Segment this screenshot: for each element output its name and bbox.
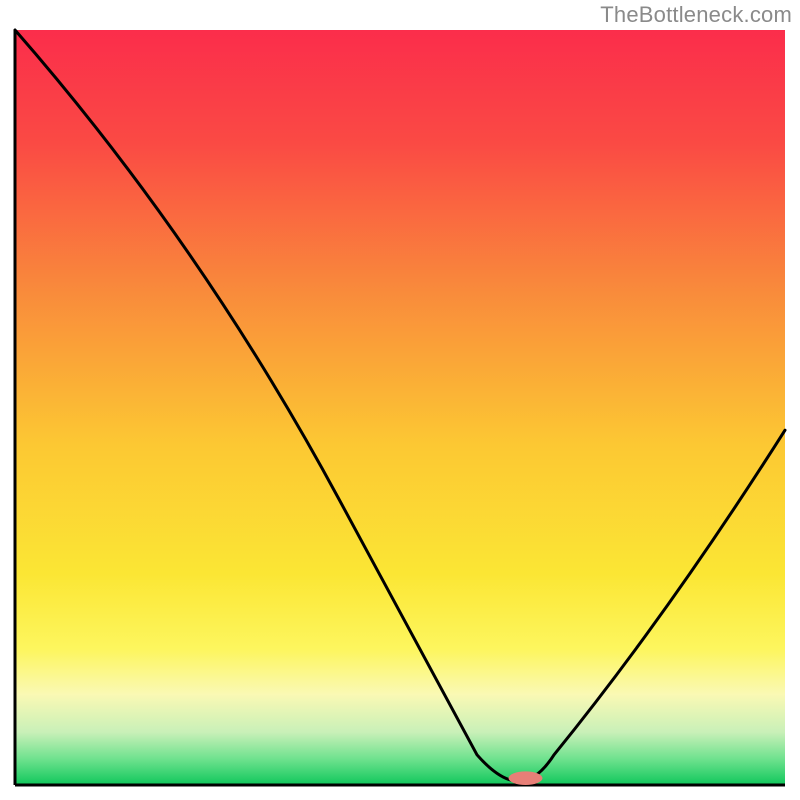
optimal-point-marker bbox=[509, 771, 543, 785]
chart-background-gradient bbox=[15, 30, 785, 785]
watermark-text: TheBottleneck.com bbox=[600, 2, 792, 28]
bottleneck-chart bbox=[0, 0, 800, 800]
chart-container: TheBottleneck.com bbox=[0, 0, 800, 800]
